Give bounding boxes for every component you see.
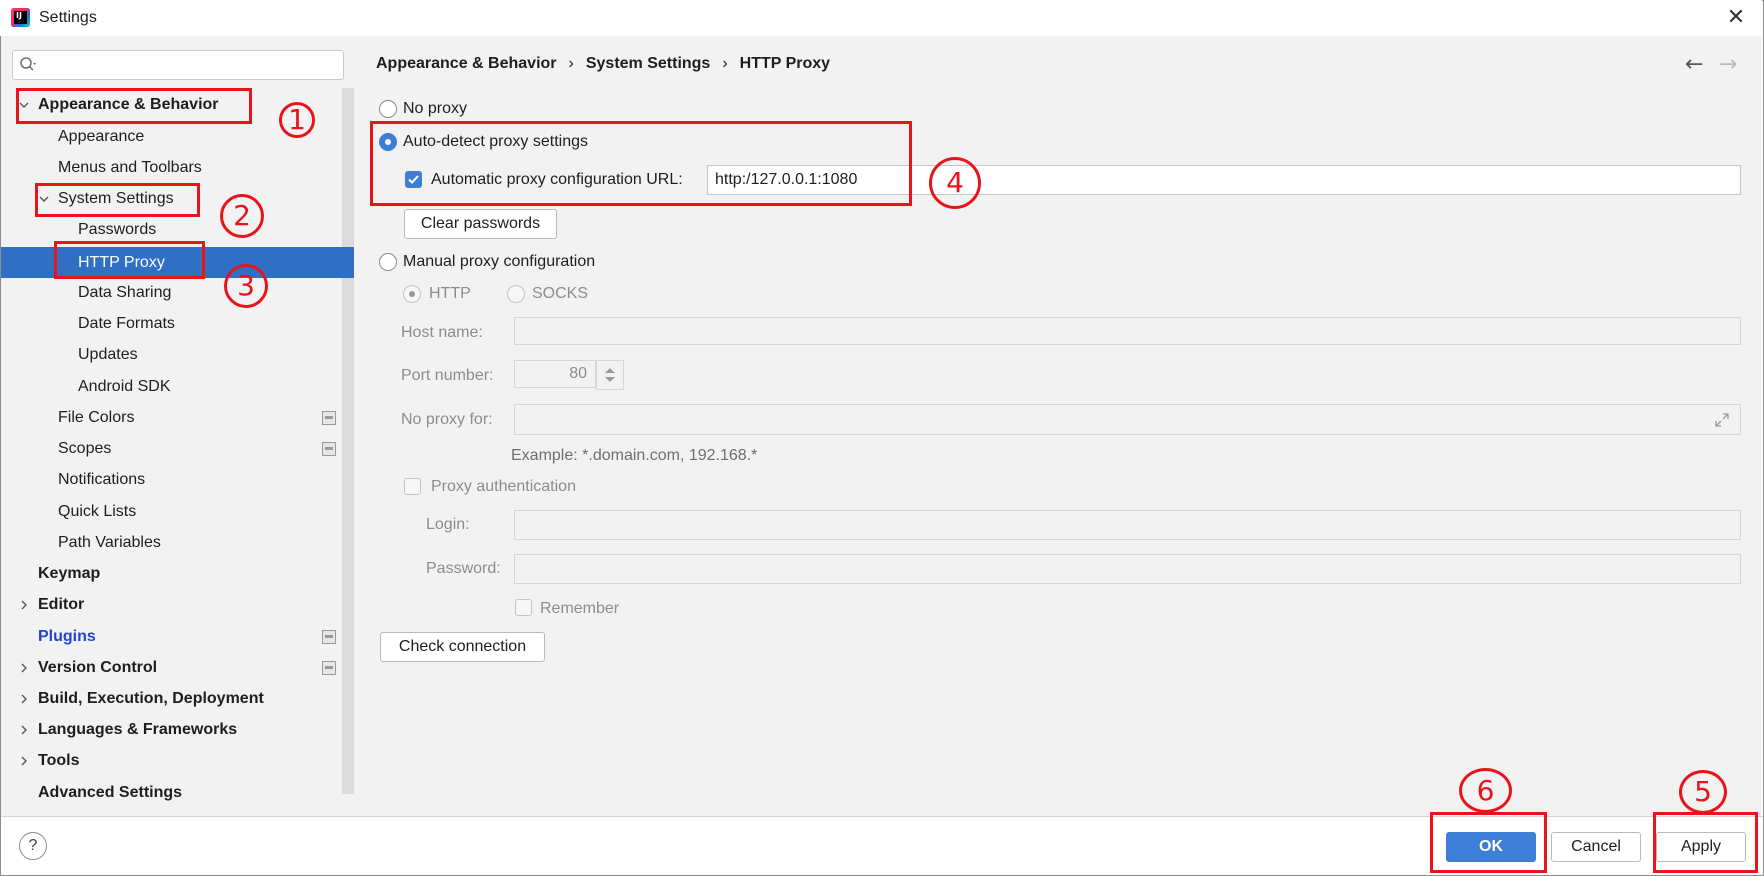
host-name-field[interactable] [514,317,1741,345]
no-proxy-for-label: No proxy for: [401,411,493,428]
forward-arrow-icon[interactable]: → [1719,52,1737,77]
title-bar: IJ Settings ✕ [0,0,1762,36]
sidebar-item-version-control[interactable]: Version Control [38,653,157,683]
check-connection-button[interactable]: Check connection [380,632,545,662]
annotation-box [1653,812,1758,873]
port-spinner[interactable] [596,360,624,390]
manual-proxy-radio[interactable] [379,253,397,271]
http-radio[interactable] [403,285,421,303]
annotation-box [35,183,200,217]
window-title: Settings [39,9,97,26]
spinner-arrows-icon [605,368,615,382]
project-scope-icon [322,630,336,644]
sidebar-item-path-variables[interactable]: Path Variables [58,528,161,558]
password-label: Password: [426,560,501,577]
search-input[interactable] [12,50,344,80]
proxy-auth-checkbox[interactable] [404,478,421,495]
breadcrumb: Appearance & Behavior › System Settings › HT… [376,55,831,72]
no-proxy-radio[interactable] [379,100,397,118]
project-scope-icon [322,661,336,675]
sidebar-item-android-sdk[interactable]: Android SDK [78,372,171,402]
annotation-box [16,88,252,124]
annotation-number-5: 5 [1679,770,1727,814]
sidebar-item-quick-lists[interactable]: Quick Lists [58,497,136,527]
cancel-button[interactable]: Cancel [1551,832,1641,862]
proxy-auth-label: Proxy authentication [431,478,576,495]
close-icon[interactable]: ✕ [1722,4,1750,32]
port-number-label: Port number: [401,367,494,384]
help-button[interactable]: ? [19,832,47,860]
remember-checkbox[interactable] [515,599,532,616]
annotation-number-6: 6 [1459,768,1512,813]
breadcrumb-item: Appearance & Behavior [376,55,557,72]
annotation-number-1: 1 [279,102,315,138]
remember-label: Remember [540,600,620,617]
annotation-box [370,121,912,206]
chevron-right-icon[interactable] [17,754,31,768]
search-icon [20,57,36,71]
sidebar-item-notifications[interactable]: Notifications [58,465,145,495]
sidebar-item-plugins[interactable]: Plugins [38,622,96,652]
login-field[interactable] [514,510,1741,540]
chevron-right-icon[interactable] [17,692,31,706]
clear-passwords-button[interactable]: Clear passwords [404,209,557,239]
sidebar-item-date-formats[interactable]: Date Formats [78,309,175,339]
sidebar-item-data-sharing[interactable]: Data Sharing [78,278,171,308]
sidebar-item-languages[interactable]: Languages & Frameworks [38,715,237,745]
password-field[interactable] [514,554,1741,584]
annotation-number-4: 4 [929,157,981,209]
sidebar-item-file-colors[interactable]: File Colors [58,403,134,433]
expand-icon[interactable] [1713,411,1731,429]
host-name-label: Host name: [401,324,483,341]
manual-proxy-label: Manual proxy configuration [403,253,596,270]
sidebar-item-advanced-settings[interactable]: Advanced Settings [38,778,182,808]
port-number-field[interactable]: 80 [514,360,596,388]
socks-label: SOCKS [532,285,589,302]
sidebar-item-build[interactable]: Build, Execution, Deployment [38,684,264,714]
chevron-right-icon[interactable] [17,661,31,675]
http-label: HTTP [429,285,471,302]
annotation-number-3: 3 [224,264,268,308]
chevron-right-icon[interactable] [17,723,31,737]
annotation-number-2: 2 [220,194,264,238]
project-scope-icon [322,411,336,425]
sidebar-item-updates[interactable]: Updates [78,340,138,370]
socks-radio[interactable] [507,285,525,303]
project-scope-icon [322,442,336,456]
sidebar-scrollbar[interactable] [342,88,354,794]
annotation-box [1430,812,1547,873]
sidebar-item-appearance[interactable]: Appearance [58,122,144,152]
sidebar-item-scopes[interactable]: Scopes [58,434,111,464]
chevron-right-icon[interactable] [17,598,31,612]
sidebar-item-menus-toolbars[interactable]: Menus and Toolbars [58,153,202,183]
login-label: Login: [426,516,470,533]
back-arrow-icon[interactable]: ← [1685,52,1703,77]
sidebar-item-keymap[interactable]: Keymap [38,559,100,589]
example-hint: Example: *.domain.com, 192.168.* [511,447,758,464]
no-proxy-for-field[interactable] [514,404,1741,435]
sidebar-item-tools[interactable]: Tools [38,746,79,776]
annotation-box [54,241,205,279]
intellij-icon: IJ [11,8,30,27]
breadcrumb-item: HTTP Proxy [739,55,831,72]
sidebar-item-editor[interactable]: Editor [38,590,84,620]
no-proxy-label: No proxy [403,100,468,117]
breadcrumb-item: System Settings [585,55,711,72]
